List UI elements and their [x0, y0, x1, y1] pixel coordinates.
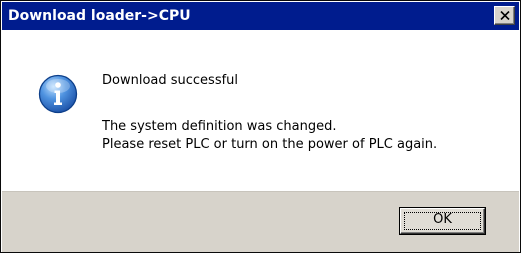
message-area: Download successful The system definitio…	[2, 30, 519, 191]
ok-button[interactable]: OK	[400, 208, 485, 234]
ok-button-label: OK	[433, 212, 452, 227]
message-dialog: Download loader->CPU Download successful…	[0, 0, 521, 253]
button-bar: OK	[2, 191, 519, 252]
message-detail-1: The system definition was changed.	[102, 119, 337, 134]
message-status: Download successful	[102, 73, 239, 88]
close-icon	[500, 11, 510, 20]
info-icon	[38, 74, 78, 114]
message-detail-2: Please reset PLC or turn on the power of…	[102, 137, 438, 152]
close-button[interactable]	[494, 6, 515, 25]
dialog-title: Download loader->CPU	[8, 8, 191, 24]
title-bar[interactable]: Download loader->CPU	[2, 2, 519, 30]
